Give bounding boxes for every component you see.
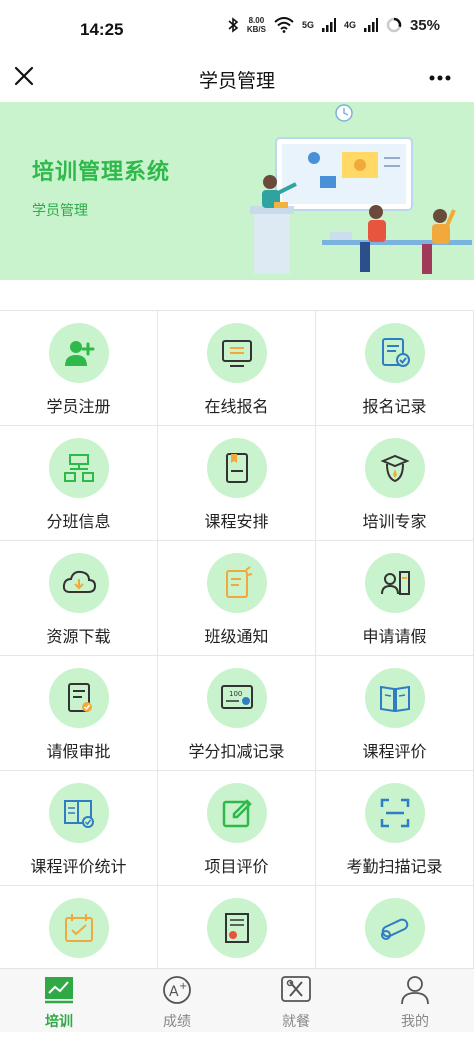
user-add-icon (64, 341, 94, 366)
menu-item-label: 在线报名 (204, 399, 269, 416)
menu-item-class-notice[interactable]: 班级通知 (158, 541, 316, 656)
home-indicator-area (0, 1032, 474, 1053)
tab-mine[interactable]: 我的 (356, 969, 474, 1033)
status-bar: 14:25 8.00 KB/S 5G 4G 35% (0, 0, 474, 56)
menu-item-label: 项目评价 (204, 859, 269, 876)
bluetooth-icon (228, 17, 239, 33)
menu-item-class-info[interactable]: 分班信息 (0, 426, 158, 541)
menu-item-6-2[interactable] (158, 886, 316, 968)
signal-icon (321, 18, 336, 32)
network-type-1: 5G (301, 20, 314, 30)
network-speed: 8.00 KB/S (246, 16, 266, 34)
open-book-icon (379, 685, 410, 713)
expert-icon (379, 454, 410, 483)
menu-item-online-signup[interactable]: 在线报名 (158, 311, 316, 426)
menu-item-label: 学员注册 (46, 399, 111, 416)
menu-item-label: 学分扣减记录 (188, 744, 285, 761)
tab-training[interactable]: 培训 (0, 969, 118, 1033)
score-board-icon: 100 (220, 685, 253, 709)
status-time: 14:25 (80, 20, 124, 39)
network-type-2: 4G (343, 20, 356, 30)
tab-label: 就餐 (282, 1013, 310, 1029)
menu-item-course-schedule[interactable]: 课程安排 (158, 426, 316, 541)
svg-text:100: 100 (229, 690, 242, 698)
edit-icon (222, 799, 252, 828)
wifi-icon (274, 17, 294, 33)
menu-item-label: 课程评价统计 (30, 859, 127, 876)
menu-item-course-eval-stats[interactable]: 课程评价统计 (0, 771, 158, 886)
tab-label: 我的 (401, 1013, 429, 1029)
tab-label: 成绩 (163, 1013, 191, 1029)
menu-item-label: 分班信息 (46, 514, 111, 531)
menu-item-leave-approval[interactable]: 请假审批 (0, 656, 158, 771)
calendar-check-icon (64, 914, 93, 942)
menu-item-6-3[interactable] (316, 886, 474, 968)
certificate-icon (224, 913, 249, 943)
grade-a-plus-icon: A + (163, 976, 191, 1004)
banner-title: 培训管理系统 (32, 159, 171, 184)
monitor-icon (221, 340, 252, 367)
menu-item-label: 课程评价 (362, 744, 427, 761)
menu-item-student-register[interactable]: 学员注册 (0, 311, 158, 426)
scan-icon (380, 798, 409, 828)
hero-banner: 培训管理系统 学员管理 (0, 102, 474, 280)
menu-item-project-evaluation[interactable]: 项目评价 (158, 771, 316, 886)
menu-item-attendance-scan[interactable]: 考勤扫描记录 (316, 771, 474, 886)
menu-item-label: 课程安排 (204, 514, 269, 531)
tab-label: 培训 (45, 1013, 73, 1029)
dining-icon (281, 976, 311, 1002)
more-icon[interactable] (428, 66, 452, 90)
person-icon (401, 976, 429, 1005)
menu-item-signup-records[interactable]: 报名记录 (316, 311, 474, 426)
chart-board-icon (45, 977, 73, 1004)
record-check-icon (381, 338, 410, 367)
book-schedule-icon (225, 453, 248, 483)
tab-dining[interactable]: 就餐 (237, 969, 355, 1033)
diploma-scroll-icon (380, 918, 408, 940)
menu-item-label: 报名记录 (362, 399, 427, 416)
menu-item-6-1[interactable] (0, 886, 158, 968)
classroom-illustration (250, 104, 472, 274)
id-card-icon (380, 571, 410, 595)
bottom-tab-bar: 培训 A + 成绩 就餐 我的 (0, 968, 474, 1032)
menu-item-credit-deduction[interactable]: 100 学分扣减记录 (158, 656, 316, 771)
menu-item-label: 资源下载 (46, 629, 111, 646)
menu-item-label: 申请请假 (362, 629, 427, 646)
banner-subtitle: 学员管理 (32, 202, 88, 218)
svg-text:+: + (179, 981, 187, 992)
battery-level: 35% (409, 16, 440, 34)
notice-icon (225, 566, 252, 598)
tab-grades[interactable]: A + 成绩 (118, 969, 236, 1033)
cloud-download-icon (62, 570, 96, 593)
battery-ring-icon (386, 17, 402, 33)
menu-item-label: 考勤扫描记录 (346, 859, 443, 876)
approval-icon (67, 683, 92, 712)
page-title: 学员管理 (198, 71, 275, 92)
stats-doc-icon (63, 800, 94, 828)
menu-item-label: 班级通知 (204, 629, 269, 646)
nav-bar: 学员管理 (0, 56, 474, 102)
svg-text:A: A (169, 984, 179, 1000)
menu-item-course-evaluation[interactable]: 课程评价 (316, 656, 474, 771)
org-chart-icon (63, 454, 94, 482)
signal-icon-2 (363, 18, 378, 32)
status-indicators: 8.00 KB/S 5G 4G 35% (227, 16, 440, 34)
menu-item-label: 请假审批 (46, 744, 111, 761)
feature-grid: 学员注册 在线报名 报名记录 分班信息 课程安排 培训专家 资源下载 班级通知 … (0, 310, 474, 968)
menu-item-label: 培训专家 (362, 514, 427, 531)
menu-item-training-experts[interactable]: 培训专家 (316, 426, 474, 541)
menu-item-apply-leave[interactable]: 申请请假 (316, 541, 474, 656)
menu-item-resource-download[interactable]: 资源下载 (0, 541, 158, 656)
